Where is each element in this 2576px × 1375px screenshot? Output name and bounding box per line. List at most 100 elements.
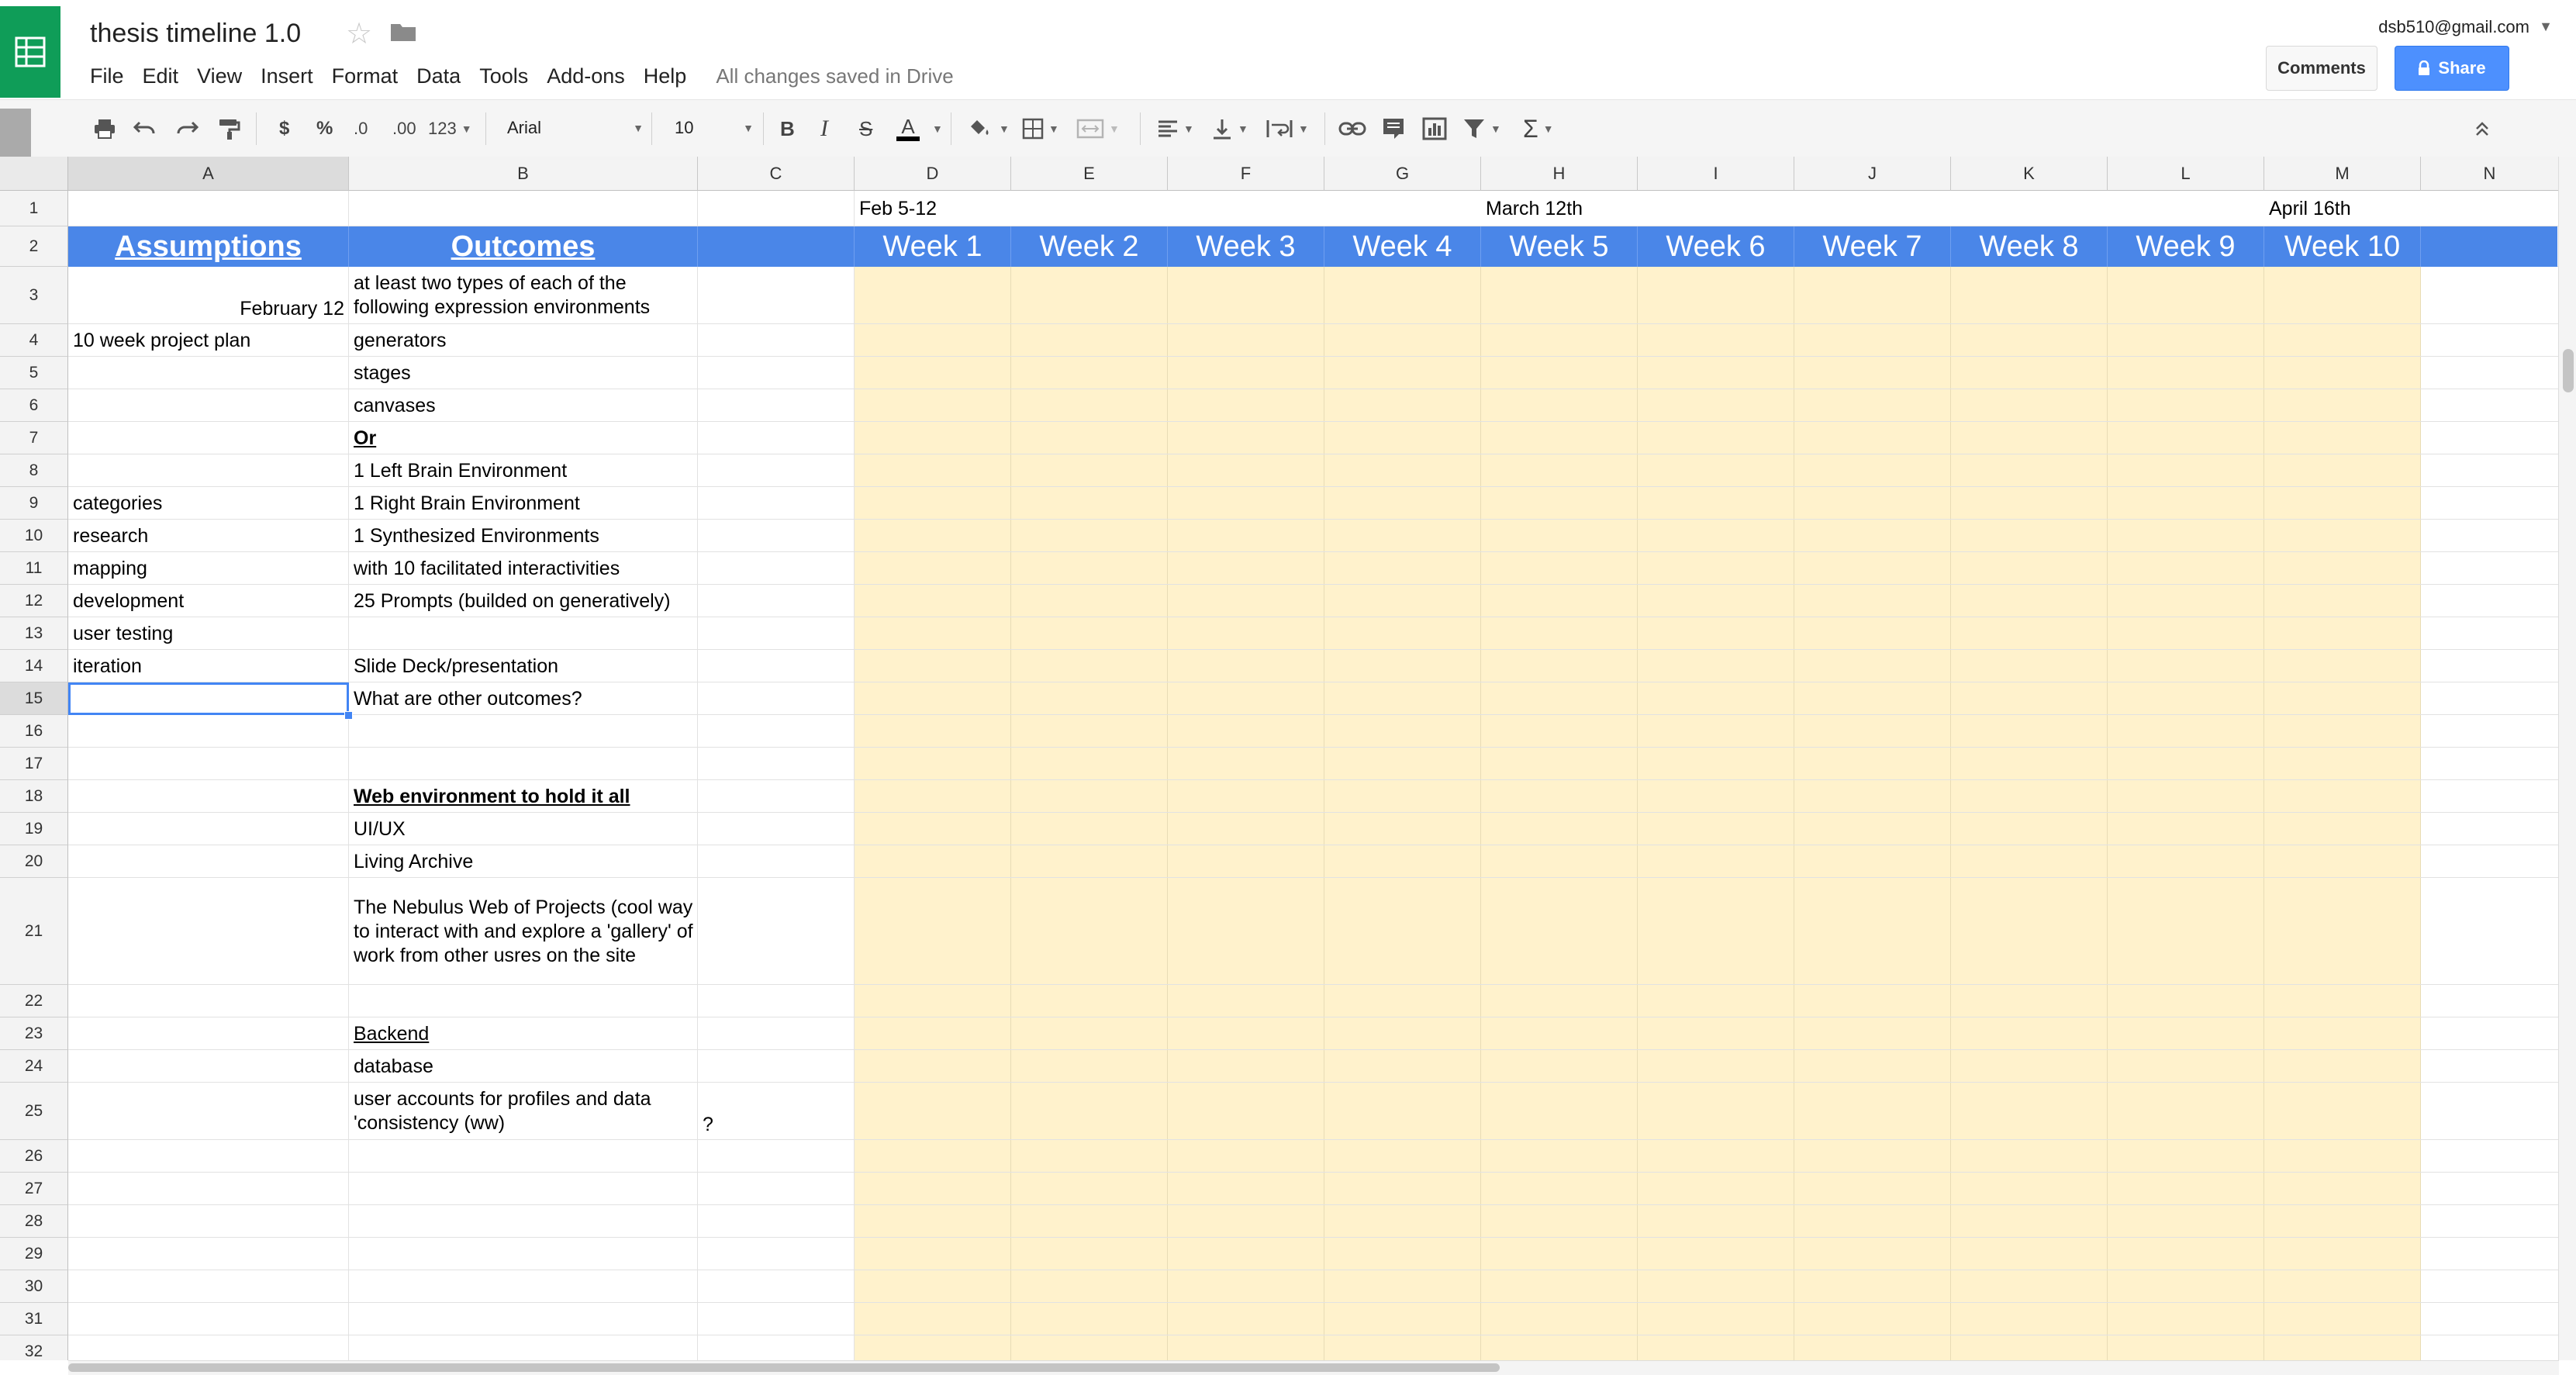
menu-tools[interactable]: Tools bbox=[470, 64, 537, 88]
menu-data[interactable]: Data bbox=[407, 64, 470, 88]
row-header[interactable]: 1 bbox=[0, 191, 68, 226]
week-3-column[interactable] bbox=[1168, 267, 1324, 1360]
cell-b3[interactable]: at least two types of each of the follow… bbox=[349, 267, 698, 324]
row-header[interactable]: 26 bbox=[0, 1140, 68, 1173]
cell-b7[interactable]: Or bbox=[349, 422, 698, 454]
row-header[interactable]: 4 bbox=[0, 324, 68, 357]
cell-c25[interactable]: ? bbox=[698, 1083, 855, 1140]
strikethrough-button[interactable]: S bbox=[859, 100, 872, 157]
column-header-h[interactable]: H bbox=[1481, 157, 1638, 191]
vertical-scroll-thumb[interactable] bbox=[2563, 349, 2574, 392]
row-header[interactable]: 31 bbox=[0, 1303, 68, 1335]
row-header[interactable]: 27 bbox=[0, 1173, 68, 1205]
row-header[interactable]: 18 bbox=[0, 780, 68, 813]
cell-b25[interactable]: user accounts for profiles and data 'con… bbox=[349, 1083, 698, 1140]
more-formats-dropdown[interactable]: 123 ▼ bbox=[428, 100, 472, 157]
cell-b6[interactable]: canvases bbox=[349, 389, 698, 422]
comments-button[interactable]: Comments bbox=[2266, 46, 2377, 91]
row-header[interactable]: 14 bbox=[0, 650, 68, 682]
week-header[interactable]: Week 2 bbox=[1011, 226, 1168, 267]
week-header[interactable]: Week 4 bbox=[1324, 226, 1481, 267]
menu-insert[interactable]: Insert bbox=[251, 64, 323, 88]
currency-button[interactable]: $ bbox=[279, 100, 289, 157]
menu-help[interactable]: Help bbox=[634, 64, 696, 88]
chevron-down-icon[interactable]: ▼ bbox=[927, 100, 943, 157]
column-header-a[interactable]: A bbox=[68, 157, 349, 191]
week-header[interactable]: Week 5 bbox=[1481, 226, 1638, 267]
account-email[interactable]: dsb510@gmail.com bbox=[2378, 17, 2529, 37]
cell-b20[interactable]: Living Archive bbox=[349, 845, 698, 878]
cell-a11[interactable]: mapping bbox=[68, 552, 349, 585]
row-header[interactable]: 23 bbox=[0, 1017, 68, 1050]
text-color-button[interactable]: A bbox=[896, 100, 920, 157]
menu-add-ons[interactable]: Add-ons bbox=[537, 64, 634, 88]
row-header[interactable]: 15 bbox=[0, 682, 68, 715]
column-header-j[interactable]: J bbox=[1794, 157, 1951, 191]
cell-m1[interactable]: April 16th bbox=[2264, 191, 2421, 226]
cell-b23[interactable]: Backend bbox=[349, 1017, 698, 1050]
column-header-e[interactable]: E bbox=[1011, 157, 1168, 191]
row-header[interactable]: 21 bbox=[0, 878, 68, 985]
column-header-m[interactable]: M bbox=[2264, 157, 2421, 191]
week-2-column[interactable] bbox=[1011, 267, 1168, 1360]
chevron-down-icon[interactable]: ▼ bbox=[2539, 19, 2553, 35]
column-header-i[interactable]: I bbox=[1638, 157, 1794, 191]
percent-button[interactable]: % bbox=[316, 100, 333, 157]
row-header[interactable]: 22 bbox=[0, 985, 68, 1017]
week-header[interactable]: Week 9 bbox=[2108, 226, 2264, 267]
row-header[interactable]: 13 bbox=[0, 617, 68, 650]
cell-b10[interactable]: 1 Synthesized Environments bbox=[349, 520, 698, 552]
week-header[interactable]: Week 7 bbox=[1794, 226, 1951, 267]
insert-comment-icon[interactable] bbox=[1382, 100, 1405, 157]
outcomes-header[interactable]: Outcomes bbox=[349, 226, 698, 267]
column-header-d[interactable]: D bbox=[855, 157, 1011, 191]
menu-file[interactable]: File bbox=[81, 64, 133, 88]
redo-icon[interactable] bbox=[175, 100, 199, 157]
row-header[interactable]: 5 bbox=[0, 357, 68, 389]
week-header[interactable]: Week 6 bbox=[1638, 226, 1794, 267]
insert-chart-icon[interactable] bbox=[1422, 100, 1447, 157]
cell-h1[interactable]: March 12th bbox=[1481, 191, 1638, 226]
cell-a14[interactable]: iteration bbox=[68, 650, 349, 682]
functions-icon[interactable]: Σ ▼ bbox=[1523, 100, 1554, 157]
cell-a13[interactable]: user testing bbox=[68, 617, 349, 650]
row-header[interactable]: 10 bbox=[0, 520, 68, 552]
row-header[interactable]: 17 bbox=[0, 748, 68, 780]
merge-cells-icon[interactable]: ▼ bbox=[1076, 100, 1120, 157]
cell-a3[interactable]: February 12 bbox=[68, 267, 349, 324]
week-1-column[interactable] bbox=[855, 267, 1011, 1360]
cell-a12[interactable]: development bbox=[68, 585, 349, 617]
week-header[interactable]: Week 8 bbox=[1951, 226, 2108, 267]
cell-a9[interactable]: categories bbox=[68, 487, 349, 520]
week-header[interactable]: Week 1 bbox=[855, 226, 1011, 267]
column-header-c[interactable]: C bbox=[698, 157, 855, 191]
cell-b14[interactable]: Slide Deck/presentation bbox=[349, 650, 698, 682]
week-header[interactable]: Week 3 bbox=[1168, 226, 1324, 267]
document-title[interactable]: thesis timeline 1.0 bbox=[90, 19, 301, 49]
week-header[interactable]: Week 10 bbox=[2264, 226, 2421, 267]
cell-b5[interactable]: stages bbox=[349, 357, 698, 389]
insert-link-icon[interactable] bbox=[1338, 100, 1366, 157]
row-header[interactable]: 25 bbox=[0, 1083, 68, 1140]
row-header[interactable]: 6 bbox=[0, 389, 68, 422]
font-size-dropdown[interactable]: 10 ▼ bbox=[675, 111, 754, 145]
bold-button[interactable]: B bbox=[780, 100, 795, 157]
row-header[interactable]: 8 bbox=[0, 454, 68, 487]
column-header-n[interactable]: N bbox=[2421, 157, 2559, 191]
italic-button[interactable]: I bbox=[820, 100, 828, 157]
paint-format-icon[interactable] bbox=[217, 100, 240, 157]
menu-format[interactable]: Format bbox=[323, 64, 408, 88]
row-header[interactable]: 12 bbox=[0, 585, 68, 617]
row-header[interactable]: 11 bbox=[0, 552, 68, 585]
column-header-f[interactable]: F bbox=[1168, 157, 1324, 191]
increase-decimal-button[interactable]: .00 bbox=[392, 100, 416, 157]
column-header-l[interactable]: L bbox=[2108, 157, 2264, 191]
cell-a4[interactable]: 10 week project plan bbox=[68, 324, 349, 357]
cell-b8[interactable]: 1 Left Brain Environment bbox=[349, 454, 698, 487]
select-all-corner[interactable] bbox=[0, 157, 68, 191]
week-6-column[interactable] bbox=[1638, 267, 1794, 1360]
assumptions-header[interactable]: Assumptions bbox=[68, 226, 349, 267]
decrease-decimal-button[interactable]: .0 bbox=[354, 100, 368, 157]
row-header[interactable]: 2 bbox=[0, 226, 68, 267]
week-5-column[interactable] bbox=[1481, 267, 1638, 1360]
